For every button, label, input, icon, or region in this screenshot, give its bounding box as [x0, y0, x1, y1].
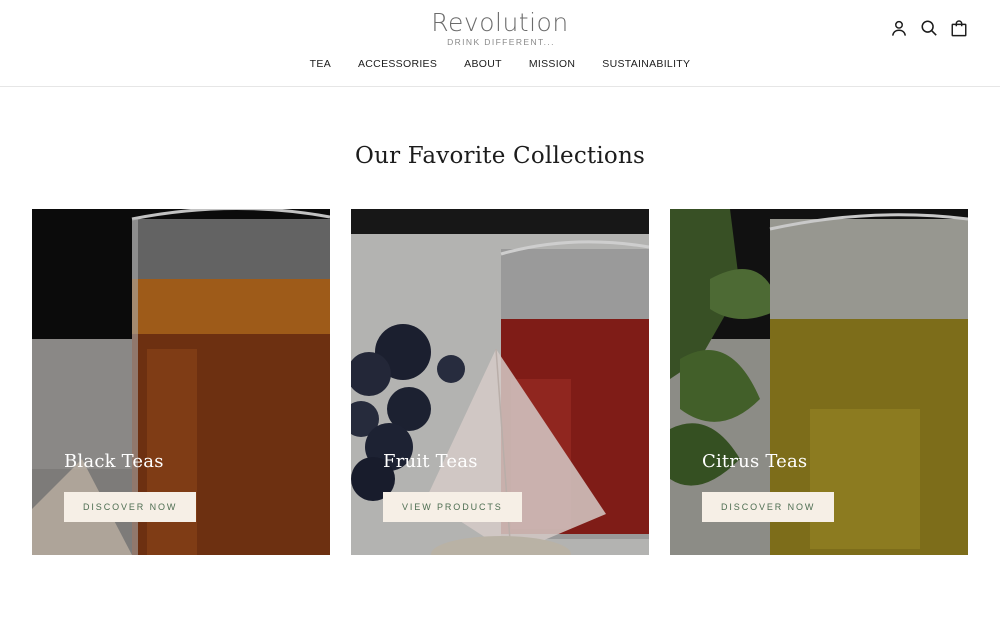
nav-item-tea[interactable]: TEA [310, 58, 331, 70]
site-header: Revolution DRINK DIFFERENT... TEA ACCESS… [0, 0, 1000, 87]
logo-title: Revolution [431, 8, 569, 37]
cart-icon[interactable] [950, 18, 968, 38]
section-title: Our Favorite Collections [355, 143, 645, 169]
card-title: Citrus Teas [702, 451, 808, 472]
account-icon[interactable] [890, 18, 908, 38]
collection-card-citrus-teas[interactable]: Citrus Teas DISCOVER NOW [670, 209, 968, 555]
search-icon[interactable] [920, 18, 938, 38]
main-nav: TEA ACCESSORIES ABOUT MISSION SUSTAINABI… [0, 58, 1000, 70]
card-title: Black Teas [64, 451, 164, 472]
nav-item-accessories[interactable]: ACCESSORIES [358, 58, 437, 70]
view-products-button[interactable]: VIEW PRODUCTS [383, 492, 522, 522]
nav-item-sustainability[interactable]: SUSTAINABILITY [602, 58, 690, 70]
collections-grid: Black Teas DISCOVER NOW Fruit Teas VIEW … [32, 209, 968, 555]
collection-card-black-teas[interactable]: Black Teas DISCOVER NOW [32, 209, 330, 555]
card-title: Fruit Teas [383, 451, 478, 472]
discover-now-button[interactable]: DISCOVER NOW [702, 492, 835, 522]
nav-item-mission[interactable]: MISSION [529, 58, 575, 70]
logo-tagline: DRINK DIFFERENT... [447, 37, 555, 47]
nav-item-about[interactable]: ABOUT [464, 58, 502, 70]
discover-now-button[interactable]: DISCOVER NOW [64, 492, 197, 522]
logo[interactable]: Revolution DRINK DIFFERENT... [0, 8, 1000, 47]
collection-card-fruit-teas[interactable]: Fruit Teas VIEW PRODUCTS [351, 209, 649, 555]
header-icons [890, 18, 968, 38]
